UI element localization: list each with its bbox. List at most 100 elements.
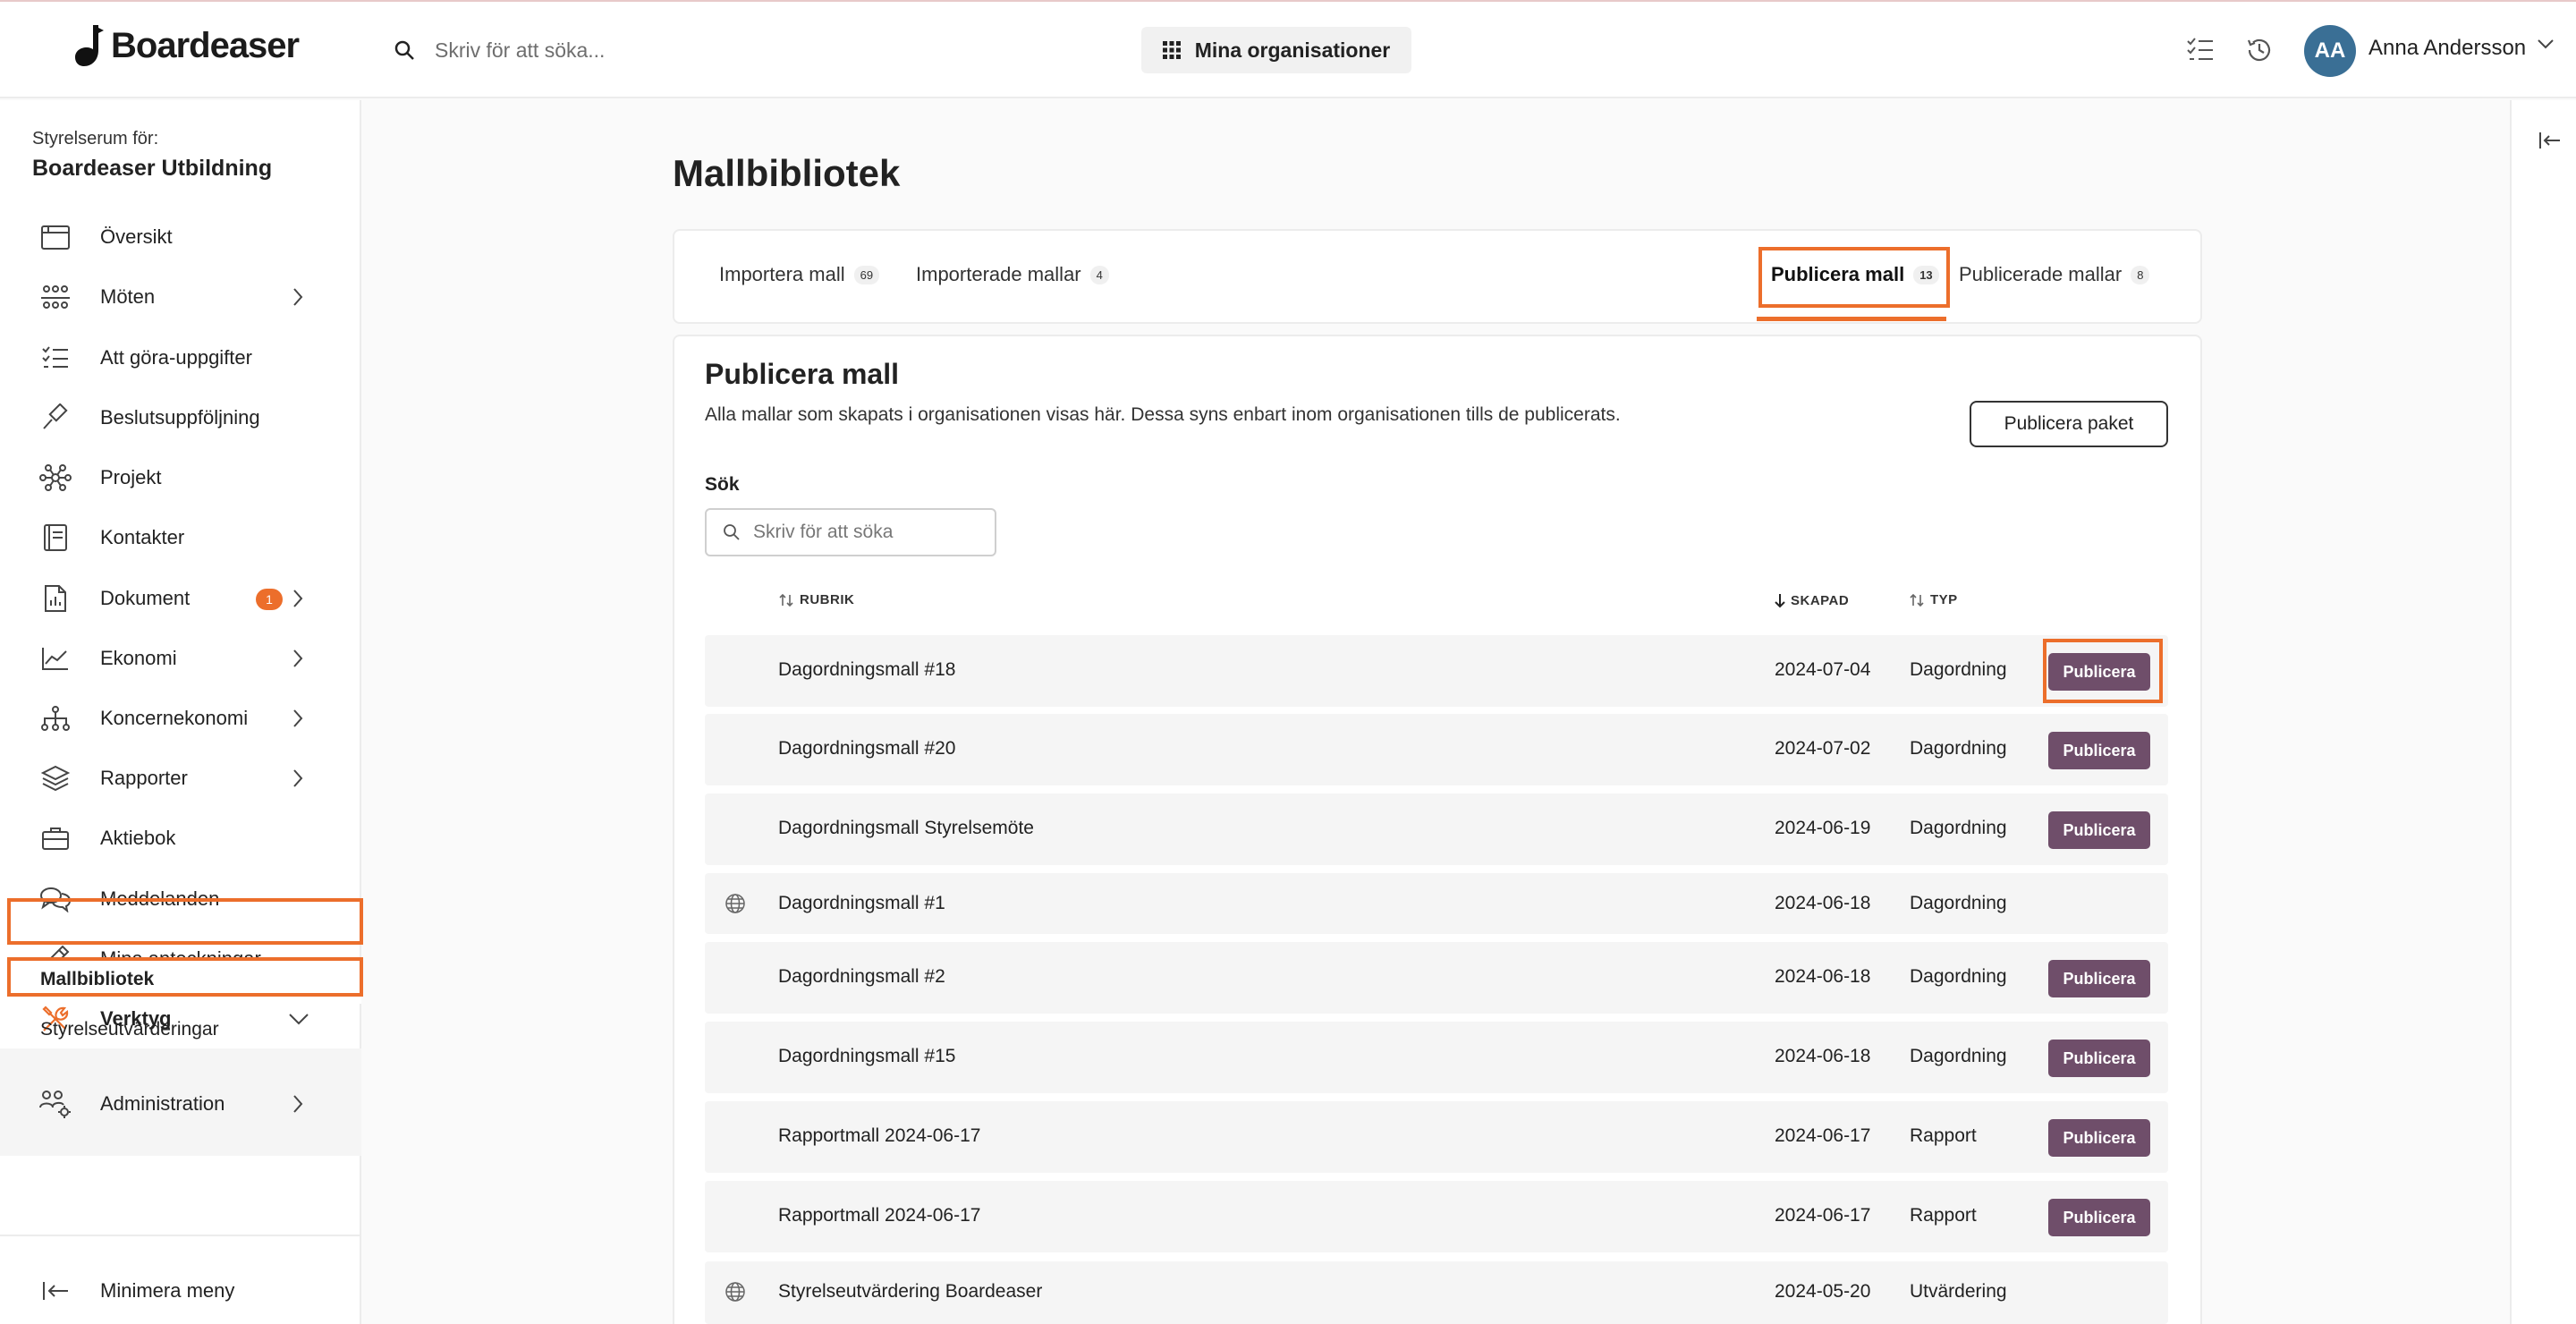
chevron-right-icon — [293, 288, 303, 306]
table-row[interactable]: Styrelseutvärdering Boardeaser 2024-05-2… — [705, 1261, 2168, 1324]
sidebar-item-moten[interactable]: Möten — [0, 271, 361, 323]
tab-label: Publicerade mallar — [1959, 263, 2123, 285]
logo[interactable]: Boardeaser — [73, 21, 300, 70]
table-row[interactable]: Rapportmall 2024-06-17 2024-06-17 Rappor… — [705, 1101, 2168, 1173]
user-name[interactable]: Anna Andersson — [2368, 36, 2526, 61]
publish-button[interactable]: Publicera — [2048, 732, 2150, 769]
tabs-bar: Importera mall 69 Importerade mallar 4 P… — [673, 229, 2202, 324]
publish-button[interactable]: Publicera — [2048, 1119, 2150, 1157]
sidebar-item-oversikt[interactable]: Översikt — [0, 211, 361, 263]
row-type: Rapport — [1910, 1125, 1977, 1146]
row-type: Dagordning — [1910, 1046, 2007, 1066]
my-organisations-label: Mina organisationer — [1194, 38, 1391, 62]
highlight-mallbibliotek — [7, 957, 363, 997]
publish-button[interactable]: Publicera — [2048, 1040, 2150, 1077]
sidebar-item-aktiebok[interactable]: Aktiebok — [0, 812, 361, 864]
table-row[interactable]: Dagordningsmall #18 2024-07-04 Dagordnin… — [705, 635, 2168, 707]
row-title: Dagordningsmall #18 — [778, 659, 956, 680]
row-date: 2024-07-04 — [1775, 659, 1871, 680]
column-header-label: RUBRIK — [800, 592, 855, 607]
chevron-right-icon — [293, 709, 303, 727]
column-header-title[interactable]: RUBRIK — [778, 592, 854, 607]
network-icon — [38, 463, 73, 493]
column-header-created[interactable]: SKAPAD — [1775, 592, 1849, 608]
publish-package-button[interactable]: Publicera paket — [1970, 401, 2168, 447]
tab-count: 69 — [853, 265, 880, 284]
chevron-down-icon[interactable] — [2537, 38, 2555, 50]
sidebar-item-dokument[interactable]: Dokument 1 — [0, 573, 361, 624]
row-date: 2024-05-20 — [1775, 1281, 1871, 1302]
row-title: Rapportmall 2024-06-17 — [778, 1125, 981, 1146]
row-type: Dagordning — [1910, 966, 2007, 987]
layers-icon — [38, 763, 73, 794]
column-header-type[interactable]: TYP — [1909, 592, 1958, 607]
briefcase-icon — [38, 823, 73, 853]
table-row[interactable]: Dagordningsmall #15 2024-06-18 Dagordnin… — [705, 1022, 2168, 1093]
collapse-left-icon — [38, 1276, 73, 1306]
right-rail — [2510, 100, 2576, 1324]
sidebar-item-label: Kontakter — [100, 526, 185, 548]
table-row[interactable]: Dagordningsmall #1 2024-06-18 Dagordning — [705, 873, 2168, 934]
sidebar-item-att-gora[interactable]: Att göra-uppgifter — [0, 332, 361, 384]
row-title: Styrelseutvärdering Boardeaser — [778, 1281, 1043, 1302]
sidebar-item-label: Dokument — [100, 587, 191, 609]
sort-both-icon — [1910, 593, 1924, 607]
my-organisations-button[interactable]: Mina organisationer — [1141, 27, 1411, 73]
avatar[interactable]: AA — [2304, 25, 2356, 77]
sidebar-item-administration[interactable]: Administration — [0, 1078, 361, 1130]
sidebar-item-projekt[interactable]: Projekt — [0, 452, 361, 504]
meeting-icon — [38, 282, 73, 312]
history-icon[interactable] — [2241, 32, 2277, 68]
highlight-publish-button — [2043, 639, 2163, 703]
sidebar: Styrelserum för: Boardeaser Utbildning Ö… — [0, 100, 361, 1324]
search-input[interactable]: Skriv för att söka — [705, 508, 996, 556]
checklist-icon — [38, 343, 73, 373]
publish-button[interactable]: Publicera — [2048, 1199, 2150, 1236]
board-room-label: Styrelserum för: — [32, 129, 159, 149]
table-row[interactable]: Dagordningsmall #2 2024-06-18 Dagordning… — [705, 942, 2168, 1014]
table-row[interactable]: Dagordningsmall #20 2024-07-02 Dagordnin… — [705, 714, 2168, 785]
publish-button[interactable]: Publicera — [2048, 960, 2150, 997]
row-date: 2024-06-18 — [1775, 893, 1871, 913]
tab-count: 8 — [2131, 265, 2150, 284]
minimize-menu-button[interactable]: Minimera meny — [0, 1265, 361, 1317]
sort-both-icon — [779, 593, 793, 607]
column-header-label: TYP — [1930, 592, 1958, 607]
tab-importerade-mallar[interactable]: Importerade mallar 4 — [916, 263, 1109, 286]
tasks-icon[interactable] — [2182, 32, 2218, 68]
sidebar-subitem-styrelseutvarderingar[interactable]: Styrelseutvärderingar — [0, 1007, 361, 1054]
page-title: Mallbibliotek — [673, 152, 901, 194]
column-header-label: SKAPAD — [1791, 592, 1850, 608]
chart-icon — [38, 643, 73, 674]
row-date: 2024-06-17 — [1775, 1205, 1871, 1226]
tab-count: 4 — [1089, 265, 1109, 284]
sidebar-item-kontakter[interactable]: Kontakter — [0, 512, 361, 564]
search-label: Sök — [705, 474, 740, 495]
section-description: Alla mallar som skapats i organisationen… — [705, 404, 1621, 425]
publish-button[interactable]: Publicera — [2048, 811, 2150, 849]
chevron-right-icon — [293, 1095, 303, 1113]
sidebar-item-label: Projekt — [100, 466, 162, 488]
global-search-placeholder: Skriv för att söka... — [435, 38, 606, 62]
collapse-panel-icon[interactable] — [2538, 131, 2562, 150]
table-row[interactable]: Dagordningsmall Styrelsemöte 2024-06-19 … — [705, 794, 2168, 865]
logo-mark-icon — [75, 25, 104, 66]
sidebar-item-rapporter[interactable]: Rapporter — [0, 752, 361, 804]
tab-publicerade-mallar[interactable]: Publicerade mallar 8 — [1959, 263, 2150, 286]
section-title: Publicera mall — [705, 358, 899, 390]
tab-importera-mall[interactable]: Importera mall 69 — [719, 263, 880, 286]
board-room-name[interactable]: Boardeaser Utbildning — [32, 156, 272, 182]
org-chart-icon — [38, 703, 73, 734]
search-placeholder: Skriv för att söka — [753, 522, 894, 542]
sidebar-item-label: Koncernekonomi — [100, 707, 249, 729]
table-row[interactable]: Rapportmall 2024-06-17 2024-06-17 Rappor… — [705, 1181, 2168, 1252]
sidebar-item-ekonomi[interactable]: Ekonomi — [0, 632, 361, 684]
row-title: Dagordningsmall Styrelsemöte — [778, 818, 1034, 838]
active-tab-underline — [1757, 317, 1946, 321]
sidebar-item-koncernekonomi[interactable]: Koncernekonomi — [0, 692, 361, 744]
global-search[interactable]: Skriv för att söka... — [394, 30, 605, 70]
row-date: 2024-06-17 — [1775, 1125, 1871, 1146]
chevron-right-icon — [293, 590, 303, 607]
sidebar-subitem-label: Styrelseutvärderingar — [40, 1019, 219, 1040]
sidebar-item-beslutsuppfoljning[interactable]: Beslutsuppföljning — [0, 392, 361, 444]
